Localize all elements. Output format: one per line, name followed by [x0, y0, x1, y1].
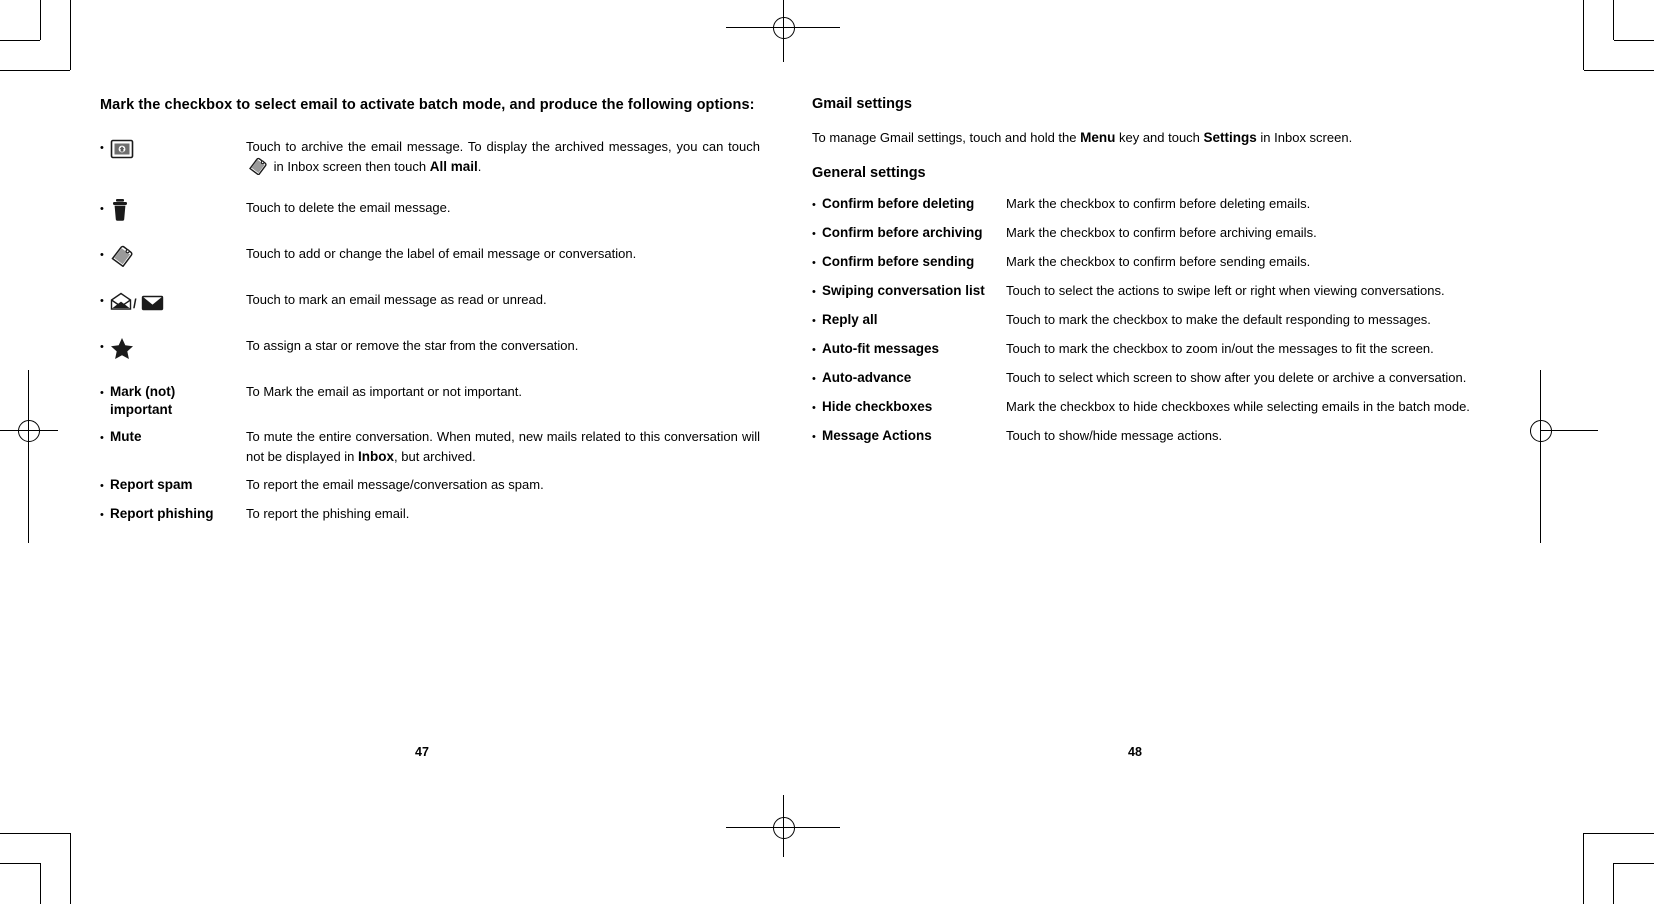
page-number-right: 48 [1128, 745, 1142, 759]
batch-mode-intro: Mark the checkbox to select email to act… [100, 97, 755, 113]
list-item: • Mark (not) important To Mark the email… [100, 383, 760, 419]
option-description: Touch to delete the email message. [246, 199, 451, 215]
bullet-glyph: • [812, 343, 816, 356]
bullet-glyph: • [100, 386, 104, 399]
option-description: Touch to add or change the label of emai… [246, 245, 637, 261]
bullet-glyph: • [812, 314, 816, 327]
archive-icon[interactable] [110, 138, 134, 165]
setting-term: Swiping conversation list [822, 282, 985, 298]
option-icon-cell [110, 245, 246, 273]
bullet-glyph: • [100, 294, 104, 307]
list-item: • Auto-advance Touch to select which scr… [812, 369, 1480, 389]
bullet-glyph: • [812, 401, 816, 414]
bullet-glyph: • [100, 432, 104, 445]
setting-term: Confirm before sending [822, 253, 975, 269]
setting-term: Message Actions [822, 427, 932, 443]
setting-description: Mark the checkbox to confirm before arch… [1006, 224, 1317, 240]
option-icon-cell: / [110, 291, 246, 319]
list-item: • Touch to add or change the label of em… [100, 245, 760, 273]
setting-term: Reply all [822, 311, 878, 327]
list-item: • Reply all Touch to mark the checkbox t… [812, 311, 1480, 331]
page-title-gmail-settings: Gmail settings [812, 96, 912, 112]
list-item: • Hide checkboxes Mark the checkbox to h… [812, 398, 1480, 418]
svg-text:/: / [133, 296, 137, 311]
option-description: To Mark the email as important or not im… [246, 383, 523, 399]
mail-read-unread-icon[interactable]: / [110, 292, 164, 317]
bullet-glyph: • [100, 508, 104, 521]
setting-description: Mark the checkbox to confirm before send… [1006, 253, 1311, 269]
list-item: • Auto-fit messages Touch to mark the ch… [812, 340, 1480, 360]
document-spread: Mark the checkbox to select email to act… [0, 0, 1654, 904]
option-icon-cell [110, 337, 246, 365]
setting-description: Touch to show/hide message actions. [1006, 427, 1223, 443]
setting-term: Auto-fit messages [822, 340, 940, 356]
setting-term: Confirm before deleting [822, 195, 975, 211]
batch-mode-option-list: • Touch to archive the email message. To… [100, 138, 760, 525]
page-number-left: 47 [415, 745, 429, 759]
label-tag-icon[interactable] [248, 157, 268, 181]
bullet-glyph: • [100, 479, 104, 492]
list-item: • Report phishing To report the phishing… [100, 505, 760, 525]
gmail-settings-intro: To manage Gmail settings, touch and hold… [812, 129, 1353, 145]
label-tag-icon[interactable] [110, 245, 134, 272]
list-item: • / Touch to mark an email message as re… [100, 291, 760, 319]
bullet-glyph: • [812, 227, 816, 240]
bullet-glyph: • [812, 430, 816, 443]
option-description: To mute the entire conversation. When mu… [246, 429, 760, 464]
setting-description: Touch to mark the checkbox to zoom in/ou… [1006, 340, 1434, 356]
bullet-glyph: • [100, 248, 104, 261]
list-item: • Confirm before archiving Mark the chec… [812, 224, 1480, 244]
bullet-glyph: • [812, 198, 816, 211]
list-item: • Swiping conversation list Touch to sel… [812, 282, 1480, 302]
list-item: • Message Actions Touch to show/hide mes… [812, 427, 1480, 447]
setting-term: Auto-advance [822, 369, 912, 385]
setting-term: Hide checkboxes [822, 398, 933, 414]
option-icon-cell [110, 138, 246, 166]
left-page-column: Mark the checkbox to select email to act… [100, 95, 760, 534]
setting-description: Touch to select the actions to swipe lef… [1006, 282, 1445, 298]
option-description: To report the phishing email. [246, 505, 410, 521]
list-item: • Confirm before deleting Mark the check… [812, 195, 1480, 215]
option-term: Report spam [110, 476, 193, 492]
section-title-general-settings: General settings [812, 164, 926, 181]
setting-description: Mark the checkbox to hide checkboxes whi… [1006, 398, 1470, 414]
list-item: • Confirm before sending Mark the checkb… [812, 253, 1480, 273]
list-item: • To assign a star or remove the star fr… [100, 337, 760, 365]
bullet-glyph: • [812, 285, 816, 298]
setting-description: Mark the checkbox to confirm before dele… [1006, 195, 1311, 211]
option-term: Mute [110, 429, 142, 445]
option-description: To report the email message/conversation… [246, 476, 544, 492]
right-page-column: Gmail settings To manage Gmail settings,… [812, 95, 1480, 456]
option-term: Report phishing [110, 505, 214, 521]
setting-description: Touch to mark the checkbox to make the d… [1006, 311, 1431, 327]
setting-term: Confirm before archiving [822, 224, 983, 240]
bullet-glyph: • [100, 340, 104, 353]
list-item: • Report spam To report the email messag… [100, 476, 760, 496]
star-icon[interactable] [110, 337, 134, 365]
setting-description: Touch to select which screen to show aft… [1006, 369, 1467, 385]
bullet-glyph: • [812, 372, 816, 385]
bullet-glyph: • [100, 202, 104, 215]
bullet-glyph: • [812, 256, 816, 269]
general-settings-list: • Confirm before deleting Mark the check… [812, 195, 1480, 447]
list-item: • Mute To mute the entire conversation. … [100, 428, 760, 467]
option-description: Touch to archive the email message. To d… [246, 138, 760, 181]
option-description: To assign a star or remove the star from… [246, 337, 579, 353]
trash-icon[interactable] [110, 198, 130, 227]
option-icon-cell [110, 199, 246, 227]
option-term: Mark (not) important [110, 383, 176, 417]
bullet-glyph: • [100, 142, 104, 155]
list-item: • Touch to delete the email message. [100, 199, 760, 227]
option-description: Touch to mark an email message as read o… [246, 291, 547, 307]
list-item: • Touch to archive the email message. To… [100, 138, 760, 181]
